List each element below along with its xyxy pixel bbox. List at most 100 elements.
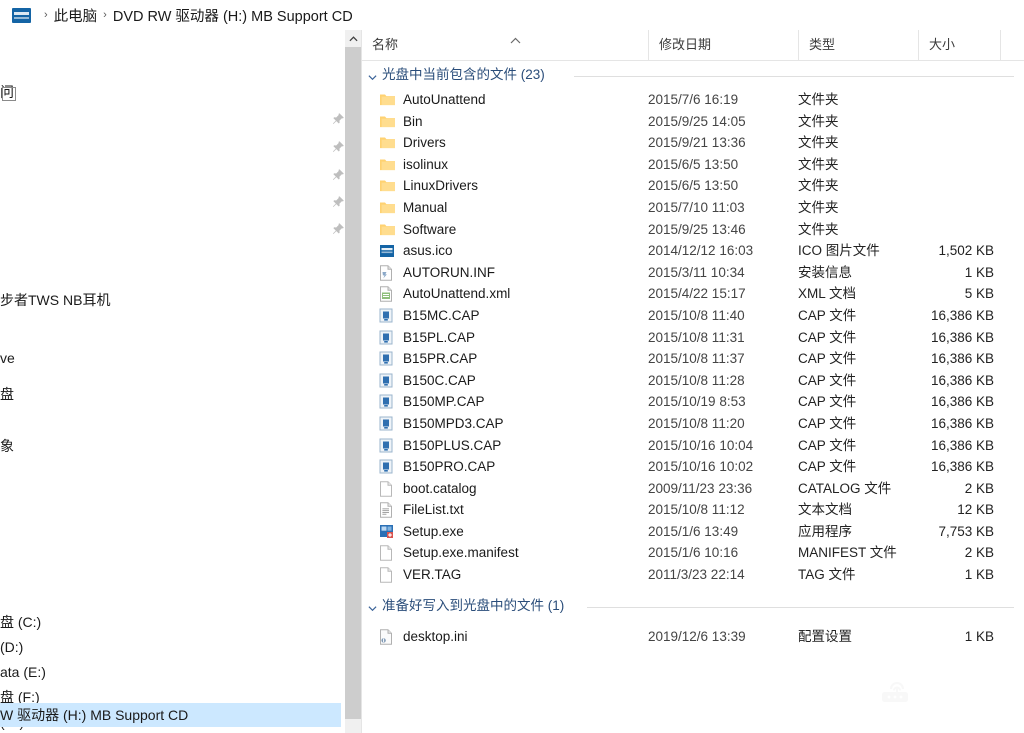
- file-name-cell[interactable]: B150PRO.CAP: [379, 456, 495, 478]
- file-name-cell[interactable]: isolinux: [379, 154, 448, 176]
- column-header-name-label: 名称: [372, 37, 399, 52]
- file-name-cell[interactable]: B150MPD3.CAP: [379, 413, 504, 435]
- file-name-cell[interactable]: B15PR.CAP: [379, 348, 477, 370]
- file-name-cell[interactable]: B150MP.CAP: [379, 391, 485, 413]
- file-size-cell: 16,386 KB: [930, 307, 994, 323]
- file-name-cell[interactable]: LinuxDrivers: [379, 175, 478, 197]
- nav-item-4[interactable]: 象: [0, 434, 14, 458]
- file-name-cell[interactable]: B150PLUS.CAP: [379, 435, 501, 457]
- column-header-date-modified[interactable]: 修改日期: [648, 30, 798, 60]
- file-name-label: B150C.CAP: [403, 372, 476, 388]
- nav-item-onedrive[interactable]: ve: [0, 346, 15, 370]
- pin-icon[interactable]: [331, 112, 345, 126]
- file-name-cell[interactable]: Manual: [379, 197, 447, 219]
- file-date-cell: 2015/6/5 13:50: [648, 178, 739, 194]
- column-header-name[interactable]: 名称: [362, 30, 648, 60]
- file-size-cell: 1,502 KB: [938, 243, 994, 259]
- file-name-cell[interactable]: AutoUnattend.xml: [379, 283, 510, 305]
- folder-icon: [379, 92, 396, 107]
- pin-icon[interactable]: [331, 222, 345, 236]
- table-row[interactable]: B150PRO.CAP 2015/10/16 10:02 CAP 文件 16,386 …: [362, 456, 1024, 478]
- file-name-label: FileList.txt: [403, 502, 464, 518]
- file-name-cell[interactable]: AUTORUN.INF: [379, 262, 495, 284]
- column-header-spacer[interactable]: [1000, 30, 1024, 60]
- table-row[interactable]: B15PL.CAP 2015/10/8 11:31 CAP 文件 16,386 KB: [362, 327, 1024, 349]
- scroll-up-button[interactable]: [345, 30, 361, 47]
- file-name-cell[interactable]: desktop.ini: [379, 626, 468, 648]
- file-type-cell: 文件夹: [798, 221, 839, 237]
- cap-file-icon: [379, 330, 396, 345]
- table-row[interactable]: Software 2015/9/25 13:46 文件夹: [362, 219, 1024, 241]
- breadcrumb-item-dvd-drive[interactable]: DVD RW 驱动器 (H:) MB Support CD: [113, 5, 353, 26]
- table-row[interactable]: desktop.ini 2019/12/6 13:39 配置设置 1 KB: [362, 626, 1024, 648]
- nav-item-drive-h-selected[interactable]: W 驱动器 (H:) MB Support CD: [0, 703, 341, 727]
- table-row[interactable]: Setup.exe 2015/1/6 13:49 应用程序 7,753 KB: [362, 521, 1024, 543]
- file-name-cell[interactable]: B15MC.CAP: [379, 305, 480, 327]
- table-row[interactable]: VER.TAG 2011/3/23 22:14 TAG 文件 1 KB: [362, 564, 1024, 586]
- table-row[interactable]: B150C.CAP 2015/10/8 11:28 CAP 文件 16,386 KB: [362, 370, 1024, 392]
- file-name-cell[interactable]: Drivers: [379, 132, 446, 154]
- table-row[interactable]: FileList.txt 2015/10/8 11:12 文本文档 12 KB: [362, 499, 1024, 521]
- table-row[interactable]: AUTORUN.INF 2015/3/11 10:34 安装信息 1 KB: [362, 262, 1024, 284]
- file-name-cell[interactable]: B150C.CAP: [379, 370, 476, 392]
- pin-icon[interactable]: [331, 168, 345, 182]
- file-name-cell[interactable]: FileList.txt: [379, 499, 464, 521]
- nav-item-drive-e[interactable]: ata (E:): [0, 660, 46, 684]
- table-row[interactable]: AutoUnattend 2015/7/6 16:19 文件夹: [362, 89, 1024, 111]
- table-row[interactable]: B15PR.CAP 2015/10/8 11:37 CAP 文件 16,386 KB: [362, 348, 1024, 370]
- table-row[interactable]: boot.catalog 2009/11/23 23:36 CATALOG 文件 2 …: [362, 478, 1024, 500]
- nav-item-1[interactable]: 步者TWS NB耳机: [0, 288, 110, 312]
- file-type-cell: 文件夹: [798, 113, 839, 129]
- group-header-on-disc[interactable]: 光盘中当前包含的文件 (23): [362, 61, 1024, 89]
- scrollbar-thumb[interactable]: [345, 47, 361, 719]
- file-size-cell: 16,386 KB: [930, 437, 994, 453]
- file-name-cell[interactable]: Bin: [379, 111, 423, 133]
- table-row[interactable]: B15MC.CAP 2015/10/8 11:40 CAP 文件 16,386 KB: [362, 305, 1024, 327]
- nav-item-3[interactable]: 盘: [0, 382, 14, 406]
- column-header-type[interactable]: 类型: [798, 30, 918, 60]
- column-header-row[interactable]: 名称 修改日期 类型 大小: [362, 30, 1024, 61]
- file-name-cell[interactable]: Software: [379, 219, 456, 241]
- file-name-cell[interactable]: Setup.exe: [379, 521, 464, 543]
- table-row[interactable]: Drivers 2015/9/21 13:36 文件夹: [362, 132, 1024, 154]
- nav-item-drive-c[interactable]: 盘 (C:): [0, 610, 41, 634]
- file-name-cell[interactable]: asus.ico: [379, 240, 453, 262]
- file-name-label: VER.TAG: [403, 567, 462, 583]
- group-header-ready-to-write[interactable]: 准备好写入到光盘中的文件 (1): [362, 592, 1024, 620]
- table-row[interactable]: Setup.exe.manifest 2015/1/6 10:16 MANIFEST…: [362, 542, 1024, 564]
- file-name-cell[interactable]: Setup.exe.manifest: [379, 542, 519, 564]
- file-date-cell: 2015/1/6 13:49: [648, 523, 739, 539]
- ico-image-icon: [379, 243, 396, 258]
- chevron-down-icon[interactable]: [368, 70, 377, 81]
- table-row[interactable]: AutoUnattend.xml 2015/4/22 15:17 XML 文档 5 K…: [362, 283, 1024, 305]
- file-name-cell[interactable]: B15PL.CAP: [379, 327, 475, 349]
- file-type-cell: 文件夹: [798, 135, 839, 151]
- nav-item-drive-d[interactable]: (D:): [0, 635, 23, 659]
- file-name-label: boot.catalog: [403, 480, 477, 496]
- table-row[interactable]: isolinux 2015/6/5 13:50 文件夹: [362, 154, 1024, 176]
- file-name-cell[interactable]: boot.catalog: [379, 478, 477, 500]
- table-row[interactable]: LinuxDrivers 2015/6/5 13:50 文件夹: [362, 175, 1024, 197]
- pin-icon[interactable]: [331, 195, 345, 209]
- file-name-cell[interactable]: AutoUnattend: [379, 89, 486, 111]
- file-date-cell: 2015/7/10 11:03: [648, 199, 745, 215]
- table-row[interactable]: asus.ico 2014/12/12 16:03 ICO 图片文件 1,502 KB: [362, 240, 1024, 262]
- file-name-label: B15PR.CAP: [403, 351, 478, 367]
- address-bar[interactable]: › 此电脑 › DVD RW 驱动器 (H:) MB Support CD: [0, 0, 1024, 30]
- navigation-scrollbar[interactable]: [345, 30, 361, 733]
- breadcrumb-item-this-pc[interactable]: 此电脑: [54, 5, 98, 26]
- table-row[interactable]: B150PLUS.CAP 2015/10/16 10:04 CAP 文件 16,386…: [362, 435, 1024, 457]
- nav-item-label: 盘: [0, 386, 14, 402]
- column-header-size[interactable]: 大小: [918, 30, 1000, 60]
- file-name-cell[interactable]: VER.TAG: [379, 564, 461, 586]
- file-date-cell: 2015/10/19 8:53: [648, 394, 746, 410]
- table-row[interactable]: B150MP.CAP 2015/10/19 8:53 CAP 文件 16,386 KB: [362, 391, 1024, 413]
- table-row[interactable]: Bin 2015/9/25 14:05 文件夹: [362, 111, 1024, 133]
- file-date-cell: 2015/6/5 13:50: [648, 156, 739, 172]
- file-list-pane[interactable]: 名称 修改日期 类型 大小 光盘中当前包含的文件 (23) AutoUnatte…: [362, 30, 1024, 733]
- table-row[interactable]: Manual 2015/7/10 11:03 文件夹: [362, 197, 1024, 219]
- table-row[interactable]: B150MPD3.CAP 2015/10/8 11:20 CAP 文件 16,386 …: [362, 413, 1024, 435]
- navigation-pane[interactable]: 问 步者TWS NB耳机 ve 盘 象 盘 (C:) (D:) ata (E:)…: [0, 30, 345, 733]
- pin-icon[interactable]: [331, 140, 345, 154]
- chevron-down-icon[interactable]: [368, 601, 377, 611]
